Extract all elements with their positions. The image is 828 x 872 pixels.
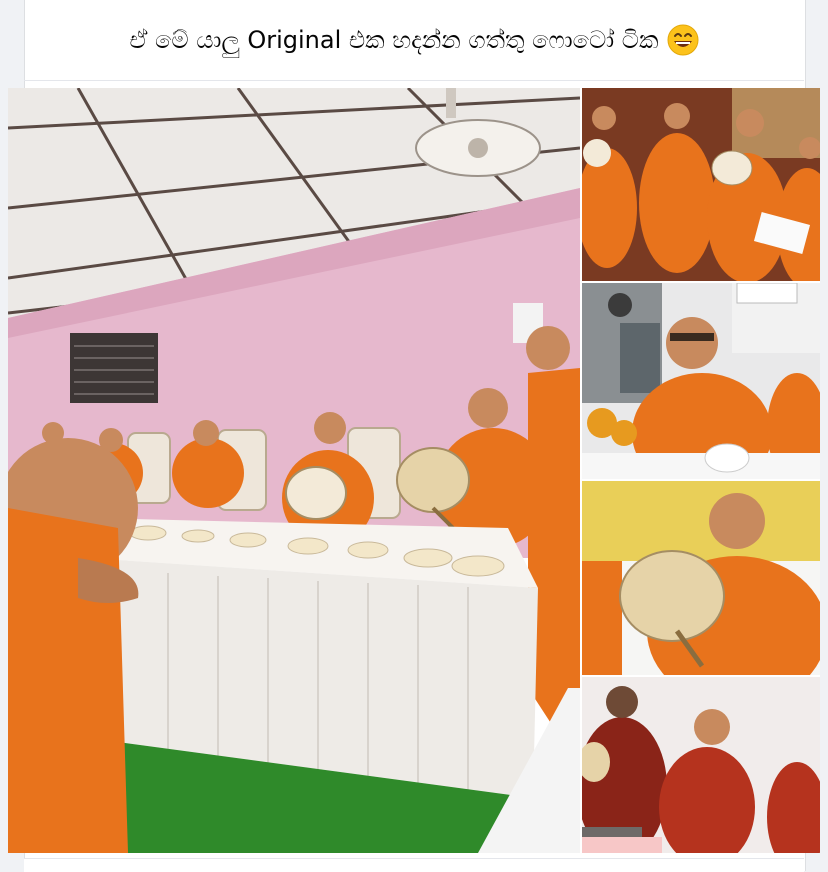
post-footer-edge (24, 858, 804, 872)
caption-divider (24, 80, 804, 81)
photo-monk-with-fan[interactable] (582, 481, 820, 675)
post-caption: ඒ මේ යාලු Original එක හදන්න ගත්තු ෆොටෝ ට… (24, 0, 804, 80)
photo-main-dining-table[interactable] (8, 88, 580, 853)
photo-grid (8, 88, 820, 853)
calendar-icon (736, 283, 798, 304)
caption-text: ඒ මේ යාලු Original එක හදන්න ගත්තු ෆොටෝ ට… (129, 26, 659, 54)
photo-monks-maroon-robes[interactable] (582, 677, 820, 853)
photo-monk-with-media[interactable] (582, 283, 820, 479)
media-photo-illustration (582, 283, 820, 479)
grinning-face-with-smiling-eyes-icon (667, 24, 699, 56)
maroon-photo-illustration (582, 677, 820, 853)
fan-photo-illustration (582, 481, 820, 675)
main-photo-illustration (8, 88, 580, 853)
photo-monks-seated-ceremony[interactable] (582, 88, 820, 281)
ceremony-photo-illustration (582, 88, 820, 281)
